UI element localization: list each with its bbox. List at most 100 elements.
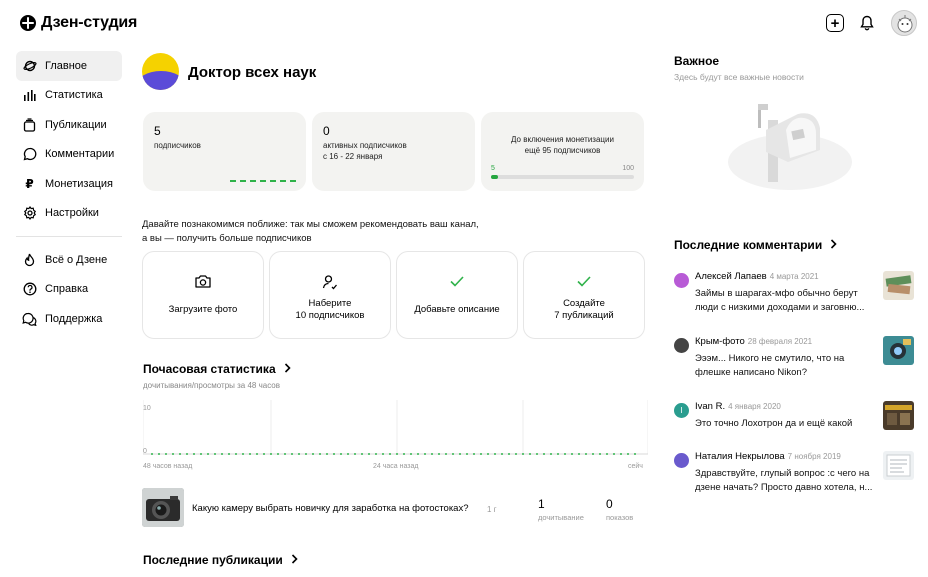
hourly-chart: 10048 часов назад 24 часа назад сейч [143, 400, 648, 470]
sidebar-item-label: Монетизация [45, 177, 113, 190]
sidebar-item-comments[interactable]: Комментарии [16, 140, 122, 170]
comment-text: Займы в шарагах-мфо обычно берут люди с … [695, 288, 865, 313]
task-label: Загрузите фото [168, 304, 238, 315]
sidebar-item-support[interactable]: Поддержка [16, 304, 122, 334]
comment-text: Это точно Лохотрон да и ещё какой [695, 418, 853, 429]
latest-comments-title: Последние комментарии [674, 238, 823, 252]
comment-article-thumbnail[interactable] [883, 271, 914, 300]
publications-icon [22, 117, 37, 132]
sidebar-item-label: Публикации [45, 118, 107, 131]
user-avatar[interactable] [891, 10, 917, 36]
chart-y-tick: 10 [143, 405, 151, 412]
task-label: Наберите 10 подписчиков [295, 298, 365, 321]
publication-title[interactable]: Какую камеру выбрать новичку для заработ… [192, 503, 469, 514]
sidebar-item-publications[interactable]: Публикации [16, 110, 122, 140]
task-label: Создайте 7 публикаций [554, 298, 614, 321]
fire-icon [22, 252, 37, 267]
sidebar-item-label: Всё о Дзене [45, 253, 108, 266]
progress-fill [491, 175, 499, 179]
comment-text: Эээм... Никого не смутило, что на флешке… [695, 353, 845, 378]
task-create-publications[interactable]: Создайте 7 публикаций [523, 251, 645, 339]
sidebar-item-label: Главное [45, 59, 88, 72]
intro-text: Давайте познакомимся поближе: так мы смо… [142, 219, 479, 244]
publication-age: 1 г [487, 505, 497, 514]
chart-x-tick: 24 часа назад [373, 463, 418, 470]
sidebar-item-label: Поддержка [45, 312, 103, 325]
dzen-logo-icon [20, 15, 36, 31]
comment-avatar [674, 338, 689, 353]
comment-article-thumbnail[interactable] [883, 401, 914, 430]
comment-author[interactable]: Крым-фото [695, 336, 745, 347]
logo-text: Дзен-студия [41, 14, 138, 31]
subscribers-count: 5 [154, 124, 161, 138]
chevron-right-icon [830, 238, 837, 252]
comment-date: 28 февраля 2021 [747, 337, 813, 346]
support-icon [22, 311, 37, 326]
ruble-icon: ₽ [25, 176, 34, 191]
home-planet-icon [22, 58, 37, 73]
sidebar-item-about-dzen[interactable]: Всё о Дзене [16, 245, 122, 275]
important-subtitle: Здесь будут все важные новости [674, 72, 804, 82]
comment-author[interactable]: Наталия Некрылова [695, 451, 785, 462]
comment-avatar [674, 453, 689, 468]
publication-reads: 1 дочитывание [538, 497, 584, 522]
latest-comments-link[interactable]: Последние комментарии [674, 238, 837, 252]
monetization-caption: До включения монетизации ещё 95 подписчик… [511, 135, 614, 155]
comment-article-thumbnail[interactable] [883, 451, 914, 480]
monetization-card[interactable]: До включения монетизации ещё 95 подписчик… [481, 112, 644, 191]
sidebar-item-stats[interactable]: Статистика [16, 81, 122, 111]
bell-icon[interactable] [858, 14, 876, 32]
stats-icon [22, 88, 37, 103]
subscribers-sparkline [230, 180, 296, 182]
sidebar-item-label: Настройки [45, 207, 99, 220]
hourly-stats-link[interactable]: Почасовая статистика [143, 362, 291, 376]
chevron-right-icon [284, 362, 291, 376]
hourly-stats-title: Почасовая статистика [143, 362, 276, 376]
latest-publications-title: Последние публикации [143, 553, 283, 567]
comment-avatar [674, 273, 689, 288]
comment-text: Здравствуйте, глупый вопрос :с чего на д… [695, 468, 873, 493]
comment-author[interactable]: Ivan R. [695, 401, 725, 412]
comment-author[interactable]: Алексей Лапаев [695, 271, 767, 282]
sidebar-item-settings[interactable]: Настройки [16, 199, 122, 229]
active-subscribers-count: 0 [323, 124, 330, 138]
sidebar-item-label: Статистика [45, 89, 103, 102]
channel-avatar[interactable] [142, 53, 179, 90]
subscribers-label: подписчиков [154, 141, 201, 150]
chevron-right-icon [291, 553, 298, 567]
active-subscribers-label: активных подписчиков с 16 - 22 января [323, 141, 407, 161]
subscribers-card[interactable]: 5 подписчиков [143, 112, 306, 191]
publication-views: 0 показов [606, 497, 634, 522]
task-add-description[interactable]: Добавьте описание [396, 251, 518, 339]
channel-name[interactable]: Доктор всех наук [188, 64, 316, 81]
latest-publications-link[interactable]: Последние публикации [143, 553, 298, 567]
sidebar-item-label: Комментарии [45, 148, 115, 161]
task-upload-photo[interactable]: Загрузите фото [142, 251, 264, 339]
sidebar-divider [16, 236, 122, 237]
chart-x-tick: сейч [628, 462, 643, 470]
chart-x-tick: 48 часов назад [143, 463, 192, 470]
comment-avatar: I [674, 403, 689, 418]
sidebar-item-help[interactable]: Справка [16, 275, 122, 305]
active-period: с 16 - 22 января [323, 152, 383, 161]
comment-icon [22, 147, 37, 162]
hourly-stats-subtitle: дочитывания/просмотры за 48 часов [143, 381, 280, 390]
progress-target: 100 [622, 165, 634, 172]
progress-current: 5 [491, 165, 495, 172]
important-title: Важное [674, 54, 720, 68]
comment-date: 4 января 2020 [728, 402, 781, 411]
active-subscribers-card[interactable]: 0 активных подписчиков с 16 - 22 января [312, 112, 475, 191]
publication-thumbnail[interactable] [142, 488, 184, 527]
task-label: Добавьте описание [414, 304, 500, 315]
sidebar: Главное Статистика Публикации Комментари… [16, 51, 122, 334]
mailbox-illustration [728, 104, 852, 190]
comment-date: 4 марта 2021 [769, 272, 819, 281]
help-icon [22, 282, 37, 297]
dzen-studio-logo[interactable]: Дзен-студия [20, 14, 137, 32]
task-gain-subscribers[interactable]: Наберите 10 подписчиков [269, 251, 391, 339]
sidebar-item-label: Справка [45, 283, 89, 296]
add-icon[interactable]: + [826, 14, 844, 32]
comment-article-thumbnail[interactable] [883, 336, 914, 365]
sidebar-item-monetization[interactable]: ₽ Монетизация [16, 169, 122, 199]
sidebar-item-main[interactable]: Главное [16, 51, 122, 81]
